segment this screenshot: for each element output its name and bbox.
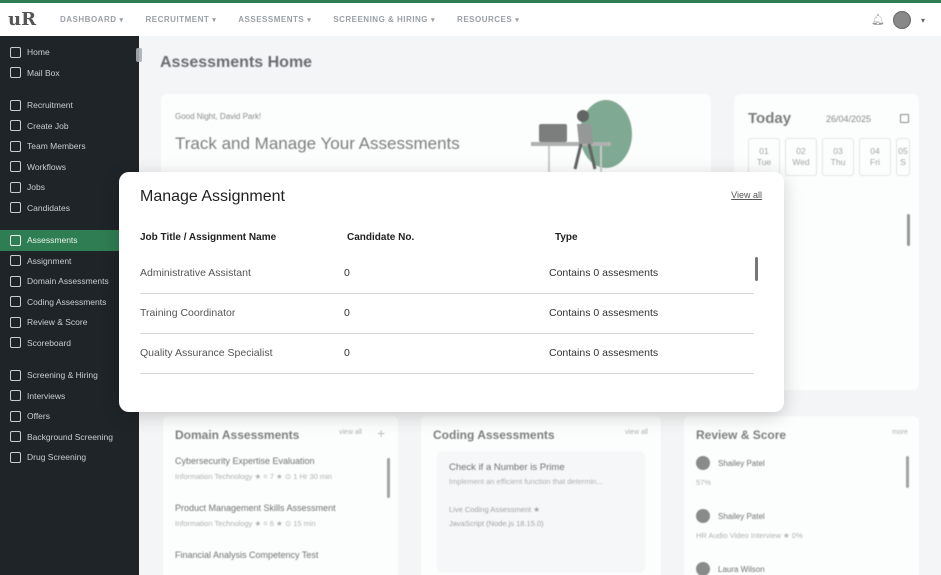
pill-icon <box>10 451 21 463</box>
table-row[interactable]: Training Coordinator 0 Contains 0 assesm… <box>140 294 754 334</box>
sidebar-item-mail-box[interactable]: Mail Box <box>0 63 139 84</box>
table-header: Job Title / Assignment Name Candidate No… <box>140 232 760 246</box>
nav-assessments[interactable]: ASSESSMENTS ▾ <box>238 15 311 24</box>
nav-label: DASHBOARD <box>60 15 117 24</box>
modal-title: Manage Assignment <box>140 188 285 205</box>
assignment-icon <box>10 255 21 267</box>
users-icon <box>10 140 21 152</box>
sidebar-group: Home Mail Box <box>0 42 139 83</box>
sidebar-item-home[interactable]: Home <box>0 42 139 63</box>
manage-assignment-modal: Manage Assignment View all Job Title / A… <box>119 172 784 412</box>
nav-screening-hiring[interactable]: SCREENING & HIRING ▾ <box>333 15 435 24</box>
code-icon <box>10 296 21 308</box>
candidate-icon <box>10 202 21 214</box>
cell-type: Contains 0 assesments <box>549 307 659 319</box>
sidebar-item-background-screening[interactable]: Background Screening <box>0 427 139 448</box>
interview-icon <box>10 390 21 402</box>
sidebar-item-label: Offers <box>27 411 50 422</box>
sidebar-item-label: Assignment <box>27 255 72 266</box>
sidebar-item-label: Assessments <box>27 235 78 246</box>
sidebar-item-label: Drug Screening <box>27 452 87 463</box>
plus-circle-icon <box>10 120 21 132</box>
sidebar-item-team-members[interactable]: Team Members <box>0 136 139 157</box>
sidebar-item-label: Screening & Hiring <box>27 370 98 381</box>
view-all-link[interactable]: View all <box>731 190 762 200</box>
chevron-down-icon[interactable]: ▾ <box>921 16 925 25</box>
chevron-down-icon: ▾ <box>515 16 520 24</box>
nav-label: SCREENING & HIRING <box>333 15 429 24</box>
sidebar-item-drug-screening[interactable]: Drug Screening <box>0 447 139 468</box>
column-header-candidates: Candidate No. <box>347 232 415 243</box>
cell-type: Contains 0 assesments <box>549 347 659 359</box>
sidebar-item-label: Interviews <box>27 390 66 401</box>
sidebar-item-label: Jobs <box>27 182 45 193</box>
cell-name: Quality Assurance Specialist <box>140 347 273 359</box>
sidebar-item-label: Home <box>27 47 50 58</box>
cell-candidates: 0 <box>344 307 350 319</box>
sidebar-item-label: Coding Assessments <box>27 296 107 307</box>
sidebar-item-label: Review & Score <box>27 317 88 328</box>
sidebar-item-label: Recruitment <box>27 100 73 111</box>
screening-icon <box>10 369 21 381</box>
star-icon <box>10 337 21 349</box>
sidebar-item-create-job[interactable]: Create Job <box>0 116 139 137</box>
workflow-icon <box>10 161 21 173</box>
review-icon <box>10 316 21 328</box>
table-row[interactable]: Quality Assurance Specialist 0 Contains … <box>140 334 754 374</box>
chevron-down-icon: ▾ <box>212 16 217 24</box>
offer-icon <box>10 410 21 422</box>
scrollbar-thumb[interactable] <box>755 257 758 281</box>
table-row[interactable]: Administrative Assistant 0 Contains 0 as… <box>140 254 754 294</box>
nav-label: RESOURCES <box>457 15 513 24</box>
cell-candidates: 0 <box>344 347 350 359</box>
main-nav: DASHBOARD ▾ RECRUITMENT ▾ ASSESSMENTS ▾ SCR… <box>60 15 519 24</box>
sidebar-item-label: Mail Box <box>27 67 60 78</box>
chevron-down-icon: ▾ <box>307 16 312 24</box>
cell-name: Administrative Assistant <box>140 267 251 279</box>
home-icon <box>10 46 21 58</box>
jobs-icon <box>10 181 21 193</box>
column-header-name: Job Title / Assignment Name <box>140 232 277 243</box>
nav-resources[interactable]: RESOURCES ▾ <box>457 15 519 24</box>
app-logo[interactable]: uR <box>8 9 52 30</box>
sidebar-item-label: Create Job <box>27 120 69 131</box>
nav-label: ASSESSMENTS <box>238 15 305 24</box>
sidebar-item-recruitment[interactable]: Recruitment <box>0 95 139 116</box>
cell-type: Contains 0 assesments <box>549 267 659 279</box>
nav-recruitment[interactable]: RECRUITMENT ▾ <box>146 15 217 24</box>
top-navbar: uR DASHBOARD ▾ RECRUITMENT ▾ ASSESSMENTS ▾ … <box>0 0 941 36</box>
home-icon <box>10 234 21 246</box>
avatar[interactable] <box>892 11 911 29</box>
question-icon <box>10 275 21 287</box>
nav-dashboard[interactable]: DASHBOARD ▾ <box>60 15 124 24</box>
sidebar-item-workflows[interactable]: Workflows <box>0 157 139 178</box>
column-header-type: Type <box>555 232 578 243</box>
sidebar-item-label: Team Members <box>27 141 86 152</box>
sidebar-item-offers[interactable]: Offers <box>0 406 139 427</box>
background-check-icon <box>10 431 21 443</box>
briefcase-icon <box>10 99 21 111</box>
cell-candidates: 0 <box>344 267 350 279</box>
sidebar-item-label: Workflows <box>27 161 67 172</box>
chevron-down-icon: ▾ <box>431 16 436 24</box>
sidebar-item-label: Scoreboard <box>27 337 71 348</box>
mail-icon <box>10 67 21 79</box>
nav-label: RECRUITMENT <box>145 15 210 24</box>
bell-icon[interactable]: 🔔︎ <box>871 14 885 26</box>
chevron-down-icon: ▾ <box>119 16 124 24</box>
top-right-actions: 🔔︎ ▾ <box>871 11 925 29</box>
scrollbar[interactable] <box>755 255 758 387</box>
sidebar-item-label: Background Screening <box>27 431 114 442</box>
sidebar-item-label: Candidates <box>27 202 71 213</box>
cell-name: Training Coordinator <box>140 307 236 319</box>
sidebar-item-label: Domain Assessments <box>27 276 109 287</box>
sidebar-item-assessments[interactable]: Assessments <box>0 230 136 251</box>
